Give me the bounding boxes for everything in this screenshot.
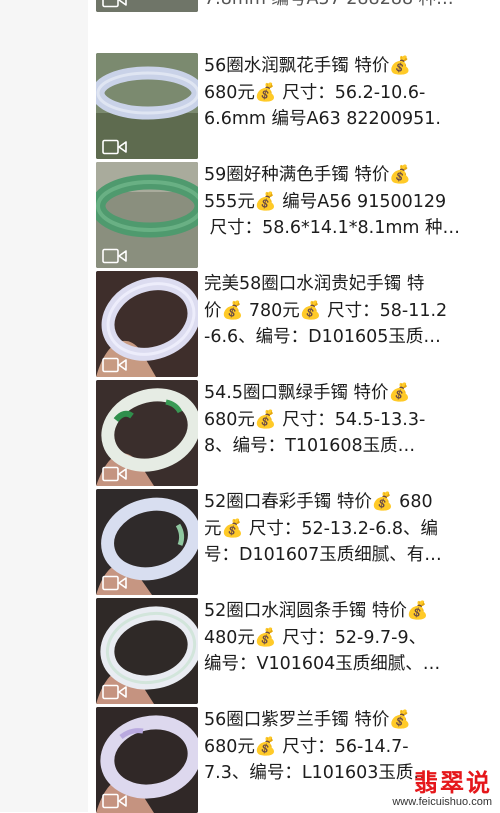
desc-line: 元💰 尺寸：52-13.2-6.8、编 (204, 518, 439, 539)
video-icon (102, 466, 127, 482)
product-thumbnail[interactable] (96, 162, 198, 268)
video-icon (102, 0, 127, 8)
product-thumbnail[interactable] (96, 271, 198, 377)
desc-line: 6.6mm 编号A63 82200951. (204, 109, 441, 129)
product-thumbnail[interactable] (96, 380, 198, 486)
desc-line: 680元💰 尺寸：56-14.7- (204, 736, 409, 757)
desc-line: 号：D101607玉质细腻、有… (204, 545, 442, 565)
list-item-partial[interactable]: 7.8mm 编号A57 288288 种… (96, 0, 500, 12)
desc-line: 52圈口水润圆条手镯 特价💰 (204, 601, 429, 621)
item-description: 完美58圈口水润贵妃手镯 特 价💰 780元💰 尺寸：58-11.2 -6.6、… (204, 271, 494, 351)
desc-line: 54.5圈口飘绿手镯 特价💰 (204, 383, 411, 403)
list-item[interactable]: 56圈水润飘花手镯 特价💰 680元💰 尺寸：56.2-10.6- 6.6mm … (96, 53, 500, 159)
desc-line: 56圈水润飘花手镯 特价💰 (204, 56, 412, 76)
desc-line: 59圈好种满色手镯 特价💰 (204, 165, 412, 185)
product-thumbnail[interactable] (96, 0, 198, 12)
desc-line: 52圈口春彩手镯 特价💰 680 (204, 492, 433, 512)
item-description: 54.5圈口飘绿手镯 特价💰 680元💰 尺寸：54.5-13.3- 8、编号：… (204, 380, 494, 460)
list-item[interactable]: 完美58圈口水润贵妃手镯 特 价💰 780元💰 尺寸：58-11.2 -6.6、… (96, 271, 500, 377)
desc-line: 尺寸：58.6*14.1*8.1mm 种… (204, 218, 460, 238)
video-icon (102, 684, 127, 700)
item-description: 59圈好种满色手镯 特价💰 555元💰 编号A56 91500129 尺寸：58… (204, 162, 494, 242)
video-icon (102, 139, 127, 155)
desc-line: 56圈口紫罗兰手镯 特价💰 (204, 710, 412, 730)
item-description: 52圈口水润圆条手镯 特价💰 480元💰 尺寸：52-9.7-9、 编号：V10… (204, 598, 494, 678)
list-item[interactable]: 54.5圈口飘绿手镯 特价💰 680元💰 尺寸：54.5-13.3- 8、编号：… (96, 380, 500, 486)
list-item[interactable]: 52圈口春彩手镯 特价💰 680 元💰 尺寸：52-13.2-6.8、编 号：D… (96, 489, 500, 595)
desc-line: 8、编号：T101608玉质… (204, 436, 416, 456)
item-description: 7.8mm 编号A57 288288 种… (204, 0, 494, 12)
video-icon (102, 793, 127, 809)
listing-feed: 7.8mm 编号A57 288288 种… 56圈水润飘花手镯 特价💰 680元… (0, 0, 500, 813)
desc-line: 680元💰 尺寸：56.2-10.6- (204, 82, 426, 103)
video-icon (102, 248, 127, 264)
desc-line: 编号：V101604玉质细腻、… (204, 654, 441, 674)
item-description: 56圈水润飘花手镯 特价💰 680元💰 尺寸：56.2-10.6- 6.6mm … (204, 53, 494, 133)
desc-line: 680元💰 尺寸：54.5-13.3- (204, 409, 426, 430)
desc-line: -6.6、编号：D101605玉质… (204, 327, 441, 347)
desc-line: 480元💰 尺寸：52-9.7-9、 (204, 627, 427, 648)
product-thumbnail[interactable] (96, 53, 198, 159)
product-thumbnail[interactable] (96, 707, 198, 813)
watermark-title: 翡翠说 (414, 768, 492, 797)
list-item[interactable]: 52圈口水润圆条手镯 特价💰 480元💰 尺寸：52-9.7-9、 编号：V10… (96, 598, 500, 704)
watermark: 翡翠说 www.feicuishuo.com (392, 768, 492, 809)
video-icon (102, 357, 127, 373)
product-thumbnail[interactable] (96, 598, 198, 704)
list-item[interactable]: 59圈好种满色手镯 特价💰 555元💰 编号A56 91500129 尺寸：58… (96, 162, 500, 268)
desc-line: 完美58圈口水润贵妃手镯 特 (204, 274, 425, 294)
product-thumbnail[interactable] (96, 489, 198, 595)
video-icon (102, 575, 127, 591)
desc-line: 价💰 780元💰 尺寸：58-11.2 (204, 300, 448, 321)
item-description: 52圈口春彩手镯 特价💰 680 元💰 尺寸：52-13.2-6.8、编 号：D… (204, 489, 494, 569)
desc-line: 555元💰 编号A56 91500129 (204, 191, 447, 212)
watermark-url: www.feicuishuo.com (392, 796, 492, 808)
